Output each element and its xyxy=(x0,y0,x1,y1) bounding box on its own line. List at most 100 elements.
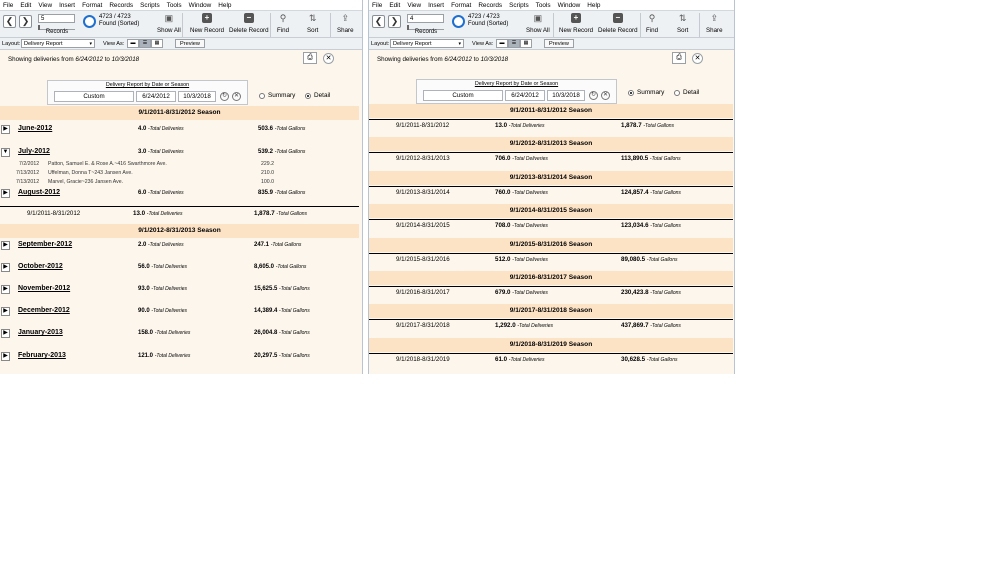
menu-scripts[interactable]: Scripts xyxy=(509,2,529,9)
menu-edit[interactable]: Edit xyxy=(389,2,400,9)
menu-tools[interactable]: Tools xyxy=(167,2,182,9)
season-gallons: 123,034.6 -Total Gallons xyxy=(621,222,681,230)
menu-scripts[interactable]: Scripts xyxy=(140,2,160,9)
close-report-button[interactable]: ✕ xyxy=(692,53,703,64)
share-button[interactable]: ⇪ Share xyxy=(706,13,723,34)
menu-edit[interactable]: Edit xyxy=(20,2,31,9)
refresh-icon[interactable]: ↻ xyxy=(220,92,229,101)
list-view-button[interactable]: ☰ xyxy=(139,39,151,48)
expand-arrow-icon[interactable]: ▶ xyxy=(1,329,10,338)
menu-file[interactable]: File xyxy=(3,2,13,9)
expand-arrow-icon[interactable]: ▶ xyxy=(1,241,10,250)
summary-radio[interactable]: Summary xyxy=(259,92,295,99)
preview-button[interactable]: Preview xyxy=(175,39,205,48)
menu-file[interactable]: File xyxy=(372,2,382,9)
show-all-button[interactable]: ▣ Show All xyxy=(157,13,181,34)
detail-radio[interactable]: Detail xyxy=(305,92,330,99)
view-as-label: View As: xyxy=(103,41,125,47)
print-button[interactable]: ⎙ xyxy=(303,52,317,64)
find-button[interactable]: ⚲ Find xyxy=(646,13,658,34)
menu-view[interactable]: View xyxy=(38,2,52,9)
collapse-arrow-icon[interactable]: ▼ xyxy=(1,148,10,157)
month-name[interactable]: February-2013 xyxy=(18,352,66,359)
month-row[interactable]: ▶ January-2013 158.0 -Total Deliveries 26,0… xyxy=(0,327,359,341)
sort-button[interactable]: ⇅ Sort xyxy=(677,13,688,34)
next-record-button[interactable]: ❯ xyxy=(388,15,401,28)
menu-insert[interactable]: Insert xyxy=(428,2,444,9)
end-date-field[interactable]: 10/3/2018 xyxy=(178,91,216,102)
sort-icon: ⇅ xyxy=(308,13,317,23)
expand-arrow-icon[interactable]: ▶ xyxy=(1,307,10,316)
menu-format[interactable]: Format xyxy=(451,2,471,9)
season-deliveries: 1,292.0 -Total Deliveries xyxy=(495,322,554,330)
record-number-input[interactable]: 4 xyxy=(407,14,444,23)
month-name[interactable]: October-2012 xyxy=(18,263,63,270)
menu-format[interactable]: Format xyxy=(82,2,102,9)
refresh-icon[interactable]: ↻ xyxy=(589,91,598,100)
menu-window[interactable]: Window xyxy=(558,2,581,9)
delete-record-button[interactable]: − Delete Record xyxy=(598,13,638,34)
sort-button[interactable]: ⇅ Sort xyxy=(307,13,318,34)
expand-arrow-icon[interactable]: ▶ xyxy=(1,352,10,361)
records-label: Records xyxy=(45,29,69,35)
list-view-button[interactable]: ☰ xyxy=(508,39,520,48)
month-row[interactable]: ▶ February-2013 121.0 -Total Deliveries 20,… xyxy=(0,350,359,364)
share-button[interactable]: ⇪ Share xyxy=(337,13,354,34)
menu-insert[interactable]: Insert xyxy=(59,2,75,9)
month-name[interactable]: September-2012 xyxy=(18,241,72,248)
month-name[interactable]: June-2012 xyxy=(18,125,52,132)
delete-record-button[interactable]: − Delete Record xyxy=(229,13,269,34)
table-view-button[interactable]: ▦ xyxy=(151,39,163,48)
month-row[interactable]: ▶ October-2012 56.0 -Total Deliveries 8,605… xyxy=(0,261,359,275)
menu-records[interactable]: Records xyxy=(478,2,502,9)
start-date-field[interactable]: 6/24/2012 xyxy=(136,91,176,102)
print-button[interactable]: ⎙ xyxy=(672,52,686,64)
month-row[interactable]: ▶ August-2012 6.0 -Total Deliveries 835.… xyxy=(0,187,359,201)
layout-select[interactable]: Delivery Report xyxy=(390,39,464,48)
month-name[interactable]: July-2012 xyxy=(18,148,50,155)
month-row[interactable]: ▶ November-2012 93.0 -Total Deliveries 15,6… xyxy=(0,283,359,297)
detail-radio[interactable]: Detail xyxy=(674,89,699,96)
show-all-label: Show All xyxy=(157,27,181,34)
expand-arrow-icon[interactable]: ▶ xyxy=(1,125,10,134)
clear-icon[interactable]: ✕ xyxy=(232,92,241,101)
month-name[interactable]: August-2012 xyxy=(18,189,60,196)
expand-arrow-icon[interactable]: ▶ xyxy=(1,189,10,198)
next-record-button[interactable]: ❯ xyxy=(19,15,32,28)
month-row[interactable]: ▼ July-2012 3.0 -Total Deliveries 539.2 … xyxy=(0,146,359,160)
new-record-button[interactable]: + New Record xyxy=(559,13,593,34)
clear-icon[interactable]: ✕ xyxy=(601,91,610,100)
close-report-button[interactable]: ✕ xyxy=(323,53,334,64)
expand-arrow-icon[interactable]: ▶ xyxy=(1,263,10,272)
start-date-field[interactable]: 6/24/2012 xyxy=(505,90,545,101)
preview-button[interactable]: Preview xyxy=(544,39,574,48)
layout-select[interactable]: Delivery Report xyxy=(21,39,95,48)
month-name[interactable]: November-2012 xyxy=(18,285,70,292)
show-all-button[interactable]: ▣ Show All xyxy=(526,13,550,34)
table-view-button[interactable]: ▦ xyxy=(520,39,532,48)
menu-help[interactable]: Help xyxy=(587,2,600,9)
form-view-button[interactable]: ▬ xyxy=(127,39,139,48)
month-row[interactable]: ▶ December-2012 90.0 -Total Deliveries 14,3… xyxy=(0,305,359,319)
month-row[interactable]: ▶ June-2012 4.0 -Total Deliveries 503.6 … xyxy=(0,123,359,137)
month-name[interactable]: December-2012 xyxy=(18,307,70,314)
menu-help[interactable]: Help xyxy=(218,2,231,9)
month-name[interactable]: January-2013 xyxy=(18,329,63,336)
menu-records[interactable]: Records xyxy=(109,2,133,9)
new-record-button[interactable]: + New Record xyxy=(190,13,224,34)
find-button[interactable]: ⚲ Find xyxy=(277,13,289,34)
previous-record-button[interactable]: ❮ xyxy=(3,15,16,28)
record-number-input[interactable]: 5 xyxy=(38,14,75,23)
season-divider xyxy=(369,119,733,120)
month-row[interactable]: ▶ September-2012 2.0 -Total Deliveries 247.… xyxy=(0,239,359,253)
previous-record-button[interactable]: ❮ xyxy=(372,15,385,28)
menu-tools[interactable]: Tools xyxy=(536,2,551,9)
mode-field[interactable]: Custom xyxy=(423,90,503,101)
end-date-field[interactable]: 10/3/2018 xyxy=(547,90,585,101)
mode-field[interactable]: Custom xyxy=(54,91,134,102)
menu-view[interactable]: View xyxy=(407,2,421,9)
form-view-button[interactable]: ▬ xyxy=(496,39,508,48)
expand-arrow-icon[interactable]: ▶ xyxy=(1,285,10,294)
menu-window[interactable]: Window xyxy=(189,2,212,9)
summary-radio[interactable]: Summary xyxy=(628,89,664,96)
